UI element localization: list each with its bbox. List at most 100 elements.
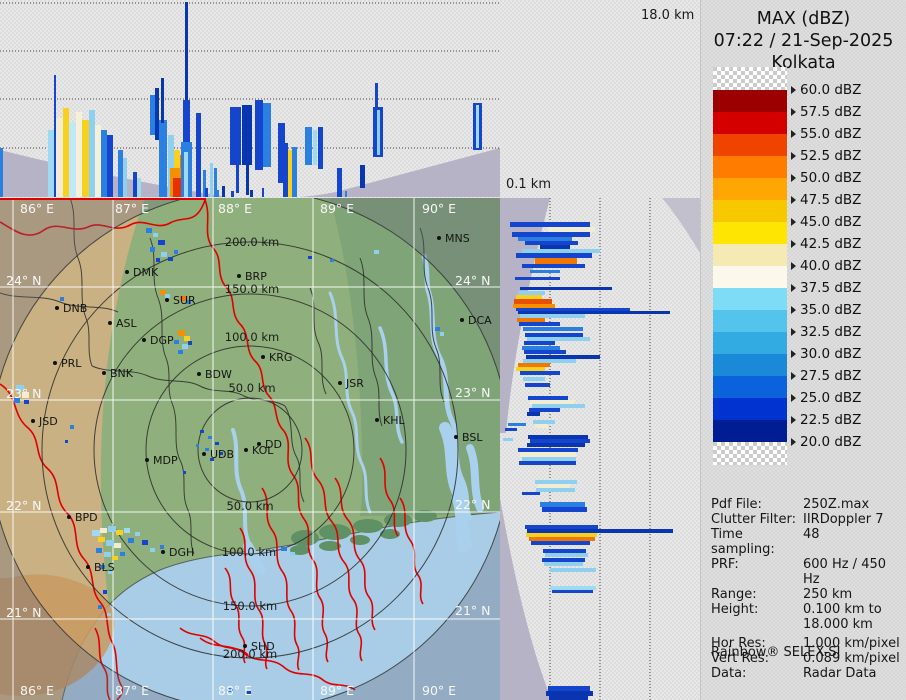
latitude-label: 24° N [6,273,41,288]
latitude-label: 24° N [455,273,490,288]
yz-echo-bar [518,448,578,452]
colorbar-swatch [713,222,787,244]
map-echo-cell [196,444,199,447]
xz-echo-bar [118,150,123,197]
yz-echo-bar [514,299,552,304]
colorbar-threshold-label: 32.5 dBZ [791,324,861,340]
yz-echo-bar [532,404,585,408]
yz-echo-bar [526,355,600,359]
metadata-value: 250 km [803,587,853,602]
city-dot-JSD [31,419,35,423]
city-label-BDW: BDW [205,368,232,381]
metadata-value: 600 Hz / 450 Hz [803,557,887,587]
map-top-border [0,198,206,200]
yz-echo-bar [523,359,576,363]
yz-echo-bar [535,480,577,484]
map-echo-cell [107,613,111,616]
range-ring-label: 50.0 km [228,381,275,395]
city-dot-DNB [55,306,59,310]
threshold-arrow-icon [791,350,796,358]
city-label-UDB: UDB [210,448,234,461]
city-dot-BLS [86,565,90,569]
xz-echo-bar [54,75,56,197]
longitude-label: 88° E [218,201,252,216]
metadata-row: Height: 0.100 km to 18.000 km [711,602,903,632]
map-echo-cell [165,294,170,298]
yz-echo-bar [520,452,576,457]
yz-echo-bar [544,562,583,566]
yz-echo-bar [530,270,560,273]
city-dot-DGP [142,338,146,342]
yz-echo-bar [545,553,588,557]
map-echo-cell [281,547,287,551]
xz-echo-bar [285,192,288,197]
city-label-PRL: PRL [61,357,82,370]
map-echo-cell [161,252,167,257]
colorbar-swatch [713,134,787,156]
yz-echo-bar [525,383,550,387]
yz-echo-bar [548,227,595,232]
city-dot-MDP [145,458,149,462]
city-dot-BNK [102,371,106,375]
yz-echo-bar [519,461,576,465]
yz-echo-bar [522,249,600,253]
legend-panel: MAX (dBZ) 07:22 / 21-Sep-2025 Kolkata 60… [700,0,906,700]
colorbar-threshold-label: 52.5 dBZ [791,148,861,164]
yz-echo-bar [535,424,548,428]
xz-echo-bar [236,165,239,193]
xz-echo-bar [56,118,63,197]
yz-echo-bar [523,377,545,381]
metadata-label: Time sampling: [711,527,775,557]
metadata-label: PRF: [711,557,739,572]
colorbar-swatch [713,354,787,376]
map-echo-cell [168,257,173,261]
xz-echo-bar [340,188,342,197]
height-axis-max-label: 18.0 km [641,8,695,23]
yz-echo-bar [540,245,570,249]
xz-echo-bar [155,88,159,140]
map-echo-cell [98,537,105,542]
map-echo-cell [104,552,111,557]
longitude-label: 87° E [115,683,149,698]
map-echo-cell [290,552,295,556]
threshold-arrow-icon [791,262,796,270]
city-label-DCA: DCA [468,314,492,327]
xz-echo-bar [288,150,292,197]
yz-echo-bar [516,308,630,311]
metadata-label: Clutter Filter: [711,512,796,527]
metadata-row: PRF: 600 Hz / 450 Hz [711,557,903,587]
latitude-label: 21° N [455,603,490,618]
city-label-SUR: SUR [173,294,196,307]
colorbar-swatch [713,376,787,398]
yz-echo-bar [518,311,670,314]
xz-echo-bar [313,130,317,165]
yz-echo-bar [542,507,587,512]
yz-echo-bar [525,241,578,245]
range-ring-label: 200.0 km [225,235,279,249]
map-echo-cell [70,425,74,429]
map-echo-cell [150,247,155,252]
colorbar-swatch [713,442,787,465]
threshold-arrow-icon [791,416,796,424]
city-label-KRG: KRG [269,351,292,364]
xz-echo-bar [476,105,479,148]
yz-echo-bar [529,537,595,541]
map-echo-cell [178,350,183,354]
city-label-SHD: SHD [251,640,275,653]
yz-echo-bar [520,314,585,318]
latitude-label: 22° N [6,498,41,513]
map-echo-cell [112,556,118,560]
metadata-value: 48 [803,527,820,542]
yz-echo-bar [527,337,590,341]
map-echo-cell [120,552,125,556]
city-dot-DCA [460,318,464,322]
colorbar-threshold-label: 37.5 dBZ [791,280,861,296]
yz-echo-bar [525,525,598,529]
threshold-arrow-icon [791,372,796,380]
xz-echo-bar [210,163,213,197]
colorbar-threshold-label: 42.5 dBZ [791,236,861,252]
city-dot-DMK [125,270,129,274]
longitude-label: 86° E [20,683,54,698]
map-panel: 200.0 km 150.0 km 100.0 km 50.0 km 50.0 km 10… [0,198,500,700]
metadata-row: Data: Radar Data [711,666,903,681]
